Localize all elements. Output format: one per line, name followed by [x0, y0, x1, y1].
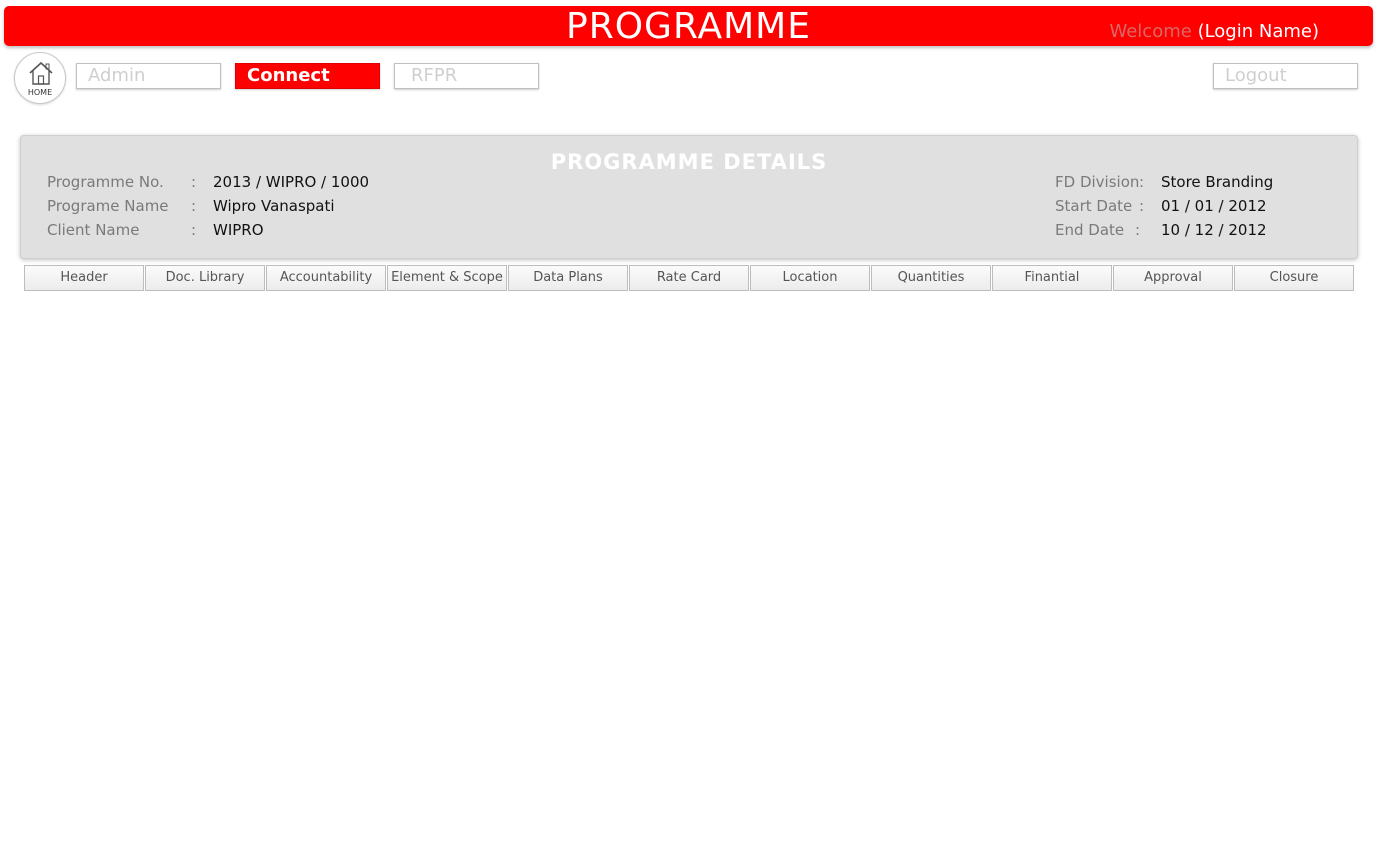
- client-name-value: WIPRO: [213, 221, 264, 239]
- home-label: HOME: [27, 88, 53, 97]
- programme-no-label: Programme No.: [47, 173, 164, 191]
- top-header-bar: PROGRAMME Welcome (Login Name): [4, 6, 1373, 46]
- tab-doc-library[interactable]: Doc. Library: [145, 265, 265, 291]
- client-name-label: Client Name: [47, 221, 140, 239]
- home-button[interactable]: HOME: [14, 52, 66, 104]
- programme-name-label: Programe Name: [47, 197, 169, 215]
- tab-accountability[interactable]: Accountability: [266, 265, 386, 291]
- logout-button[interactable]: Logout: [1213, 63, 1358, 89]
- programme-name-value: Wipro Vanaspati: [213, 197, 335, 215]
- home-icon: [29, 61, 53, 85]
- programme-no-value: 2013 / WIPRO / 1000: [213, 173, 370, 191]
- start-date-value: 01 / 01 / 2012: [1161, 197, 1267, 215]
- start-date-label: Start Date: [1055, 197, 1133, 215]
- tab-data-plans[interactable]: Data Plans: [508, 265, 628, 291]
- colon: :: [1139, 173, 1145, 191]
- details-title: PROGRAMME DETAILS: [550, 150, 828, 174]
- colon: :: [1135, 221, 1141, 239]
- login-name[interactable]: (Login Name): [1198, 21, 1319, 42]
- tab-closure[interactable]: Closure: [1234, 265, 1354, 291]
- admin-button[interactable]: Admin: [76, 63, 221, 89]
- fd-division-value: Store Branding: [1161, 173, 1274, 191]
- tab-finantial[interactable]: Finantial: [992, 265, 1112, 291]
- tab-header[interactable]: Header: [24, 265, 144, 291]
- colon: :: [1139, 197, 1145, 215]
- programme-no-row: Programme No.: [47, 172, 164, 192]
- fd-division-label: FD Division: [1055, 173, 1140, 191]
- tab-rate-card[interactable]: Rate Card: [629, 265, 749, 291]
- end-date-label: End Date: [1055, 221, 1125, 239]
- tab-location[interactable]: Location: [750, 265, 870, 291]
- colon: :: [191, 197, 197, 215]
- end-date-value: 10 / 12 / 2012: [1161, 221, 1267, 239]
- tab-element-scope[interactable]: Element & Scope: [387, 265, 507, 291]
- colon: :: [191, 221, 197, 239]
- tab-approval[interactable]: Approval: [1113, 265, 1233, 291]
- programme-details-panel: PROGRAMME DETAILS Programme No. : 2013 /…: [20, 135, 1358, 259]
- rfpr-button[interactable]: RFPR: [394, 63, 539, 89]
- connect-button[interactable]: Connect: [235, 63, 380, 89]
- colon: :: [191, 173, 197, 191]
- welcome-message: Welcome (Login Name): [1109, 21, 1319, 43]
- programme-tabs: Header Doc. Library Accountability Eleme…: [24, 265, 1354, 291]
- welcome-label: Welcome: [1109, 21, 1192, 42]
- tab-quantities[interactable]: Quantities: [871, 265, 991, 291]
